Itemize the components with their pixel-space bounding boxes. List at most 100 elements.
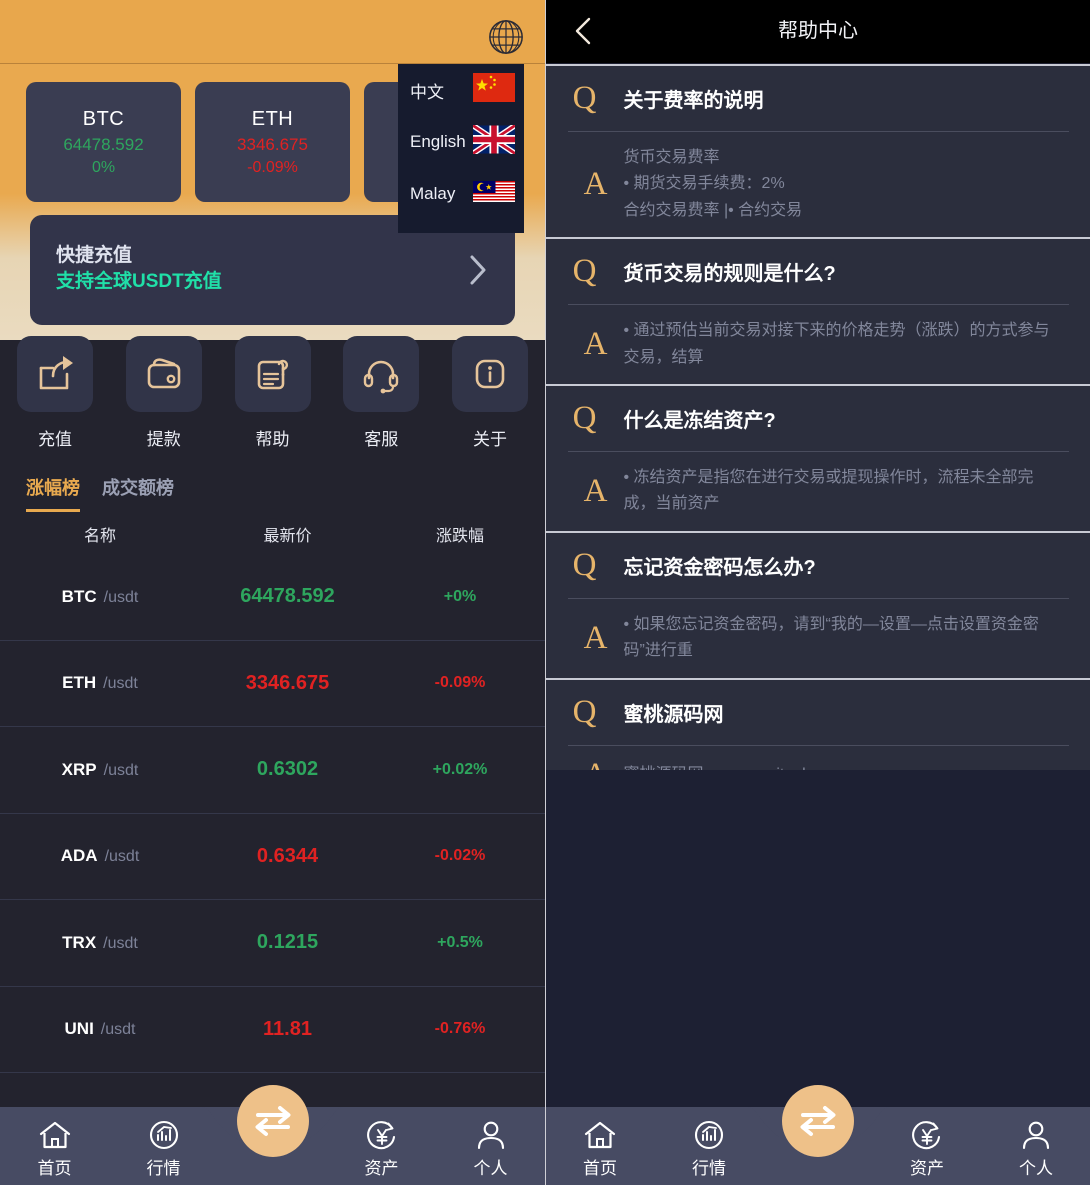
help-center-screen: 帮助中心 Q 关于费率的说明 A 货币交易费率 • 期货交易手续费：2% 合约交… <box>544 0 1090 1185</box>
faq-answer: 货币交易费率 • 期货交易手续费：2% 合约交易费率 |• 合约交易 <box>623 149 803 219</box>
row-quote: /usdt <box>104 848 140 866</box>
table-row[interactable]: XRP/usdt 0.6302 +0.02% <box>0 727 545 814</box>
exchange-swap-icon[interactable] <box>782 1085 854 1157</box>
banner-title: 快捷充值 <box>56 245 133 266</box>
faq-item[interactable]: Q 忘记资金密码怎么办? A • 如果您忘记资金密码，请到“我的—设置—点击设置… <box>545 532 1090 680</box>
row-pair: BTC/usdt <box>0 587 200 607</box>
quick-action-label: 帮助 <box>255 430 290 449</box>
ticker-symbol: BTC <box>82 107 125 130</box>
globe-icon[interactable] <box>487 18 525 56</box>
home-topbar <box>0 0 545 64</box>
question-mark-letter: Q <box>572 80 597 116</box>
nav-item-profile[interactable]: 个人 <box>982 1107 1090 1185</box>
faq-answer: • 如果您忘记资金密码，请到“我的—设置—点击设置资金密码”进行重 <box>623 615 1039 660</box>
nav-item-market[interactable]: 行情 <box>655 1107 764 1185</box>
row-symbol: BTC <box>61 586 97 606</box>
row-quote: /usdt <box>103 675 138 693</box>
quick-action-label: 客服 <box>364 430 399 449</box>
tab-gainers[interactable]: 涨幅榜 <box>26 474 80 512</box>
nav-label: 首页 <box>583 1159 617 1178</box>
ticker-change: 0% <box>91 158 116 176</box>
faq-question: 货币交易的规则是什么? <box>623 263 836 286</box>
table-row[interactable]: BTC/usdt 64478.592 +0% <box>0 554 545 641</box>
question-mark-letter: Q <box>572 693 597 730</box>
question-mark-letter: Q <box>572 253 597 290</box>
answer-mark-letter: A <box>583 326 608 363</box>
row-change: -0.76% <box>434 1020 486 1038</box>
quick-action-help[interactable]: 帮助 <box>232 336 314 456</box>
nav-item-assets[interactable]: 资产 <box>327 1107 436 1185</box>
table-row[interactable]: TRX/usdt 0.1215 +0.5% <box>0 900 545 987</box>
ticker-change: -0.09% <box>247 158 298 176</box>
market-chart-icon <box>694 1120 724 1150</box>
row-pair: UNI/usdt <box>0 1019 200 1039</box>
flag-malaysia-icon <box>473 177 515 211</box>
quick-action-withdraw[interactable]: 提款 <box>123 336 205 456</box>
nav-label: 资产 <box>364 1159 399 1178</box>
faq-item[interactable]: Q 什么是冻结资产? A • 冻结资产是指您在进行交易或提现操作时，流程未全部完… <box>545 385 1090 533</box>
faq-item[interactable]: Q 货币交易的规则是什么? A • 通过预估当前交易对接下来的价格走势（涨跌）的… <box>545 239 1090 386</box>
row-change: +0.02% <box>432 760 488 778</box>
market-table-header: 名称 最新价 涨跌幅 <box>0 522 545 546</box>
row-symbol: ETH <box>62 673 97 693</box>
row-change: +0% <box>443 587 477 605</box>
quick-action-deposit[interactable]: 充值 <box>14 336 96 456</box>
faq-question: 关于费率的说明 <box>623 90 764 112</box>
row-pair: ADA/usdt <box>0 846 200 866</box>
tab-volume[interactable]: 成交额榜 <box>102 474 174 512</box>
home-icon <box>584 1121 616 1149</box>
language-option-chinese[interactable]: 中文 <box>398 64 524 116</box>
person-icon <box>1022 1121 1050 1150</box>
info-icon <box>452 336 528 412</box>
table-row[interactable]: ETH/usdt 3346.675 -0.09% <box>0 641 545 727</box>
nav-item-home[interactable]: 首页 <box>546 1107 655 1185</box>
chevron-right-icon <box>467 253 489 287</box>
row-price: 3346.675 <box>245 671 330 694</box>
headset-icon <box>343 336 420 412</box>
column-header-name: 名称 <box>83 528 116 545</box>
deposit-share-icon <box>17 336 93 412</box>
nav-label: 行情 <box>146 1159 181 1178</box>
row-symbol: XRP <box>61 759 97 779</box>
faq-question-row: Q 忘记资金密码怎么办? <box>546 533 1090 598</box>
ticker-symbol: ETH <box>251 107 294 130</box>
bottom-nav: 首页 行情 资产 个人 <box>0 1085 545 1185</box>
quick-action-label: 充值 <box>38 430 72 449</box>
nav-item-assets[interactable]: 资产 <box>873 1107 982 1185</box>
nav-item-home[interactable]: 首页 <box>0 1107 109 1185</box>
language-label: 中文 <box>410 82 444 102</box>
flag-china-icon <box>473 73 515 107</box>
nav-item-market[interactable]: 行情 <box>109 1107 218 1185</box>
exchange-swap-icon[interactable] <box>236 1085 309 1157</box>
faq-answer-row: A • 冻结资产是指您在进行交易或提现操作时，流程未全部完成，当前资产 <box>567 450 1069 531</box>
market-chart-icon <box>149 1120 178 1150</box>
quick-action-about[interactable]: 关于 <box>449 336 531 456</box>
help-document-icon <box>234 336 311 412</box>
quick-actions: 充值 提款 帮助 客服 关于 <box>0 336 545 456</box>
nav-item-profile[interactable]: 个人 <box>436 1107 545 1185</box>
row-change: +0.5% <box>437 933 483 951</box>
ticker-card[interactable]: ETH 3346.675 -0.09% <box>195 82 350 202</box>
language-option-english[interactable]: English <box>398 116 524 168</box>
table-row[interactable]: UNI/usdt 11.81 -0.76% <box>0 987 545 1073</box>
nav-label: 个人 <box>1019 1159 1053 1178</box>
market-list: BTC/usdt 64478.592 +0% ETH/usdt 3346.675… <box>0 554 545 1160</box>
row-quote: /usdt <box>103 761 139 779</box>
faq-question-row: Q 关于费率的说明 <box>546 66 1090 131</box>
ticker-price: 64478.592 <box>63 134 144 154</box>
ticker-card[interactable]: BTC 64478.592 0% <box>26 82 181 202</box>
quick-action-label: 关于 <box>473 430 507 449</box>
language-label: Malay <box>410 184 456 203</box>
quick-action-support[interactable]: 客服 <box>340 336 422 456</box>
faq-answer: • 通过预估当前交易对接下来的价格走势（涨跌）的方式参与交易，结算 <box>623 322 1050 366</box>
faq-question: 什么是冻结资产? <box>623 409 776 432</box>
row-price: 64478.592 <box>240 585 335 608</box>
faq-question-row: Q 蜜桃源码网 <box>546 680 1090 745</box>
row-symbol: UNI <box>64 1019 94 1039</box>
row-pair: XRP/usdt <box>0 760 200 780</box>
table-row[interactable]: ADA/usdt 0.6344 -0.02% <box>0 814 545 900</box>
language-option-malay[interactable]: Malay <box>398 168 524 220</box>
faq-answer-row: A 货币交易费率 • 期货交易手续费：2% 合约交易费率 |• 合约交易 <box>567 131 1069 237</box>
faq-item[interactable]: Q 关于费率的说明 A 货币交易费率 • 期货交易手续费：2% 合约交易费率 |… <box>545 66 1090 240</box>
faq-list: Q 关于费率的说明 A 货币交易费率 • 期货交易手续费：2% 合约交易费率 |… <box>545 64 1090 869</box>
